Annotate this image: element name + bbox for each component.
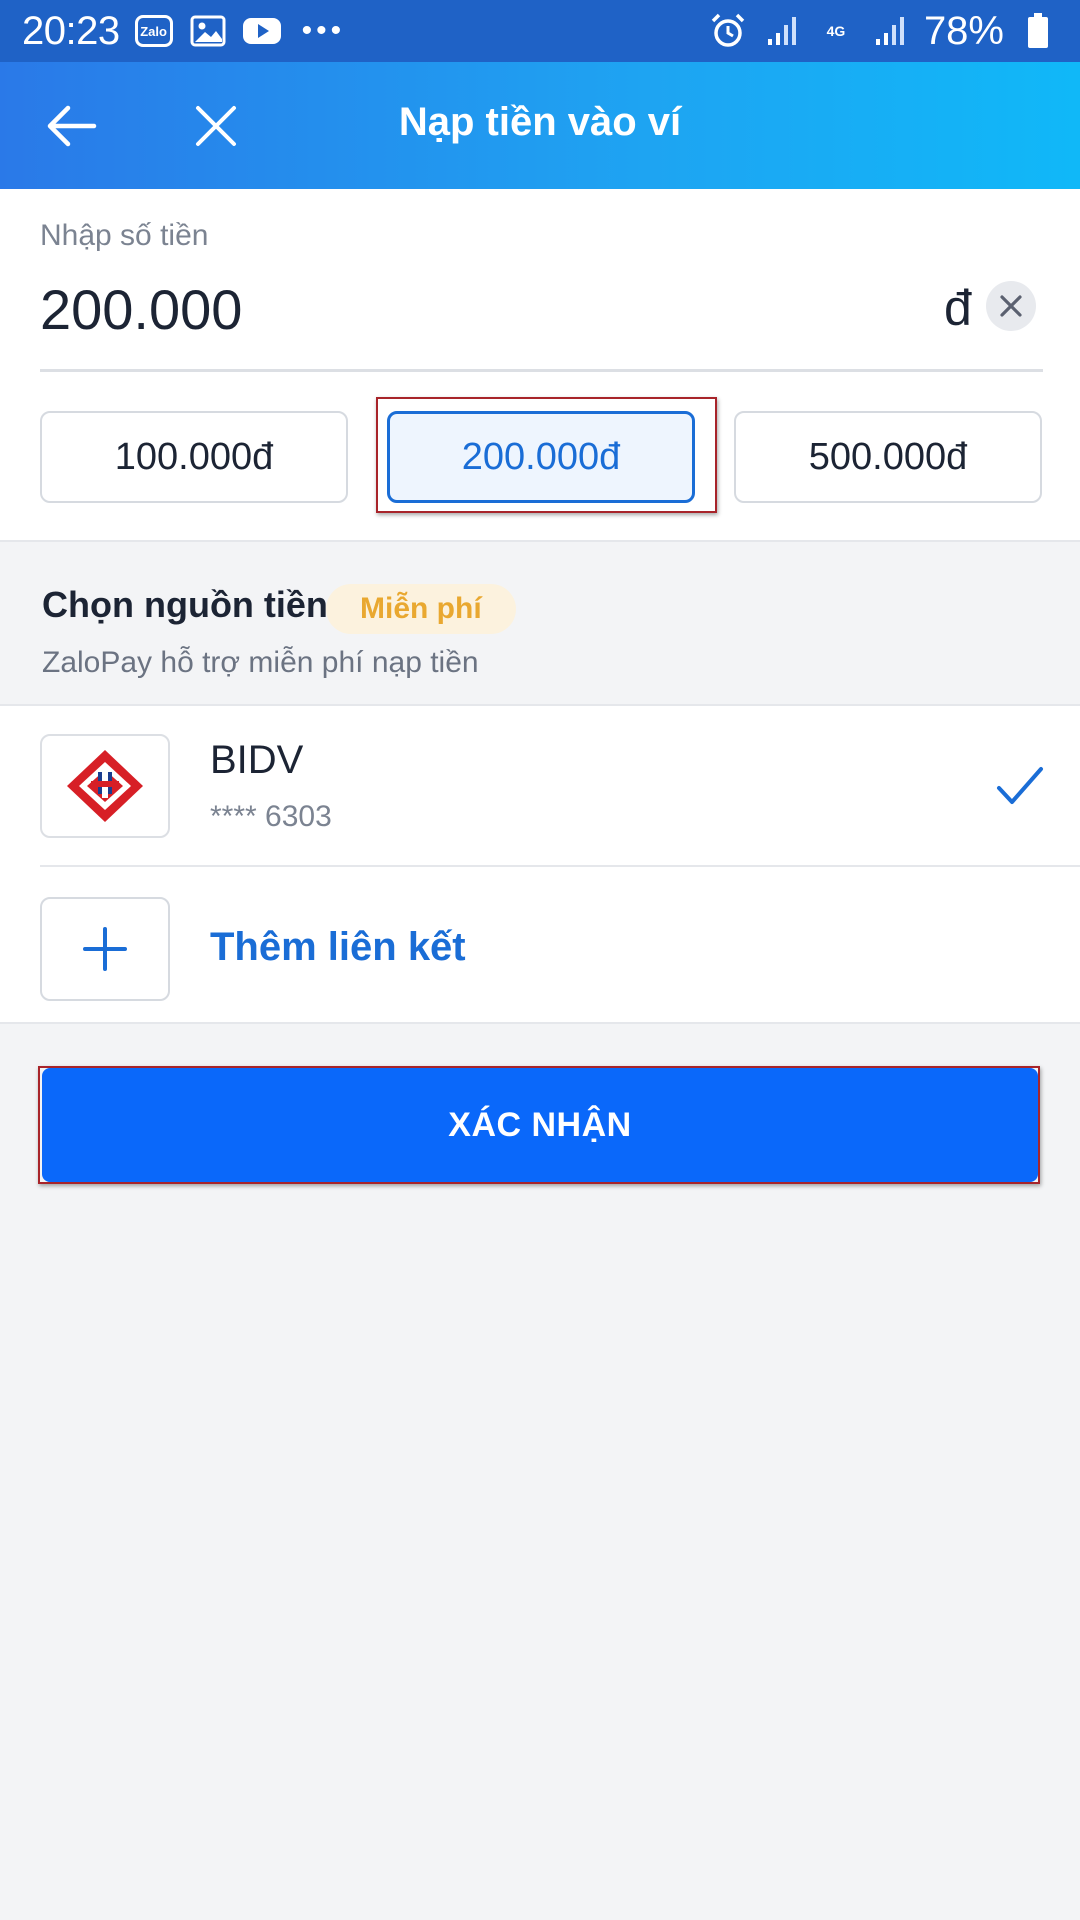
zalo-badge-label: Zalo — [134, 15, 173, 47]
youtube-icon — [242, 13, 282, 49]
amount-panel: Nhập số tiền 200.000 đ 100.000đ 200.000đ… — [0, 189, 1080, 542]
bidv-logo-icon — [40, 734, 170, 838]
zalo-icon: Zalo — [134, 13, 174, 49]
clear-x-icon — [1000, 295, 1022, 317]
battery-icon — [1018, 13, 1058, 49]
page-title: Nạp tiền vào ví — [398, 100, 682, 144]
image-icon — [188, 13, 228, 49]
network-arrows-icon: 4G — [816, 13, 856, 49]
signal-icon — [762, 13, 802, 49]
alarm-icon — [708, 13, 748, 49]
source-section: Chọn nguồn tiền Miễn phí ZaloPay hỗ trợ … — [0, 544, 1080, 704]
plus-icon — [40, 897, 170, 1001]
free-badge: Miễn phí — [326, 584, 516, 634]
network-label: 4G — [826, 23, 846, 39]
confirm-button[interactable]: XÁC NHẬN — [42, 1068, 1038, 1182]
status-bar: 20:23 Zalo ••• 4G 78% — [0, 0, 1080, 62]
amount-label: Nhập số tiền — [40, 219, 209, 252]
bank-name: BIDV — [210, 738, 304, 782]
status-time: 20:23 — [22, 8, 120, 53]
preset-100000-button[interactable]: 100.000đ — [40, 411, 348, 503]
status-bar-right: 4G 78% — [708, 9, 1058, 54]
source-subtitle: ZaloPay hỗ trợ miễn phí nạp tiền — [42, 646, 479, 679]
signal-icon-2 — [870, 13, 910, 49]
amount-underline — [40, 369, 1043, 372]
add-link-row[interactable]: Thêm liên kết — [0, 867, 1080, 1024]
currency-symbol: đ — [944, 280, 972, 336]
more-dots-icon: ••• — [301, 14, 346, 47]
clear-amount-button[interactable] — [986, 281, 1036, 331]
source-title: Chọn nguồn tiền — [42, 584, 328, 625]
preset-200000-button[interactable]: 200.000đ — [387, 411, 695, 503]
app-header: Nạp tiền vào ví — [0, 62, 1080, 189]
check-icon — [996, 764, 1044, 808]
amount-input[interactable]: 200.000 — [40, 277, 242, 342]
bank-row-bidv[interactable]: BIDV **** 6303 — [0, 706, 1080, 866]
add-link-label: Thêm liên kết — [210, 925, 466, 969]
status-bar-left: 20:23 Zalo ••• — [22, 9, 345, 54]
battery-percent: 78% — [923, 8, 1004, 53]
preset-500000-button[interactable]: 500.000đ — [734, 411, 1042, 503]
bank-account-number: **** 6303 — [210, 800, 332, 833]
source-list: BIDV **** 6303 Thêm liên kết — [0, 704, 1080, 1024]
